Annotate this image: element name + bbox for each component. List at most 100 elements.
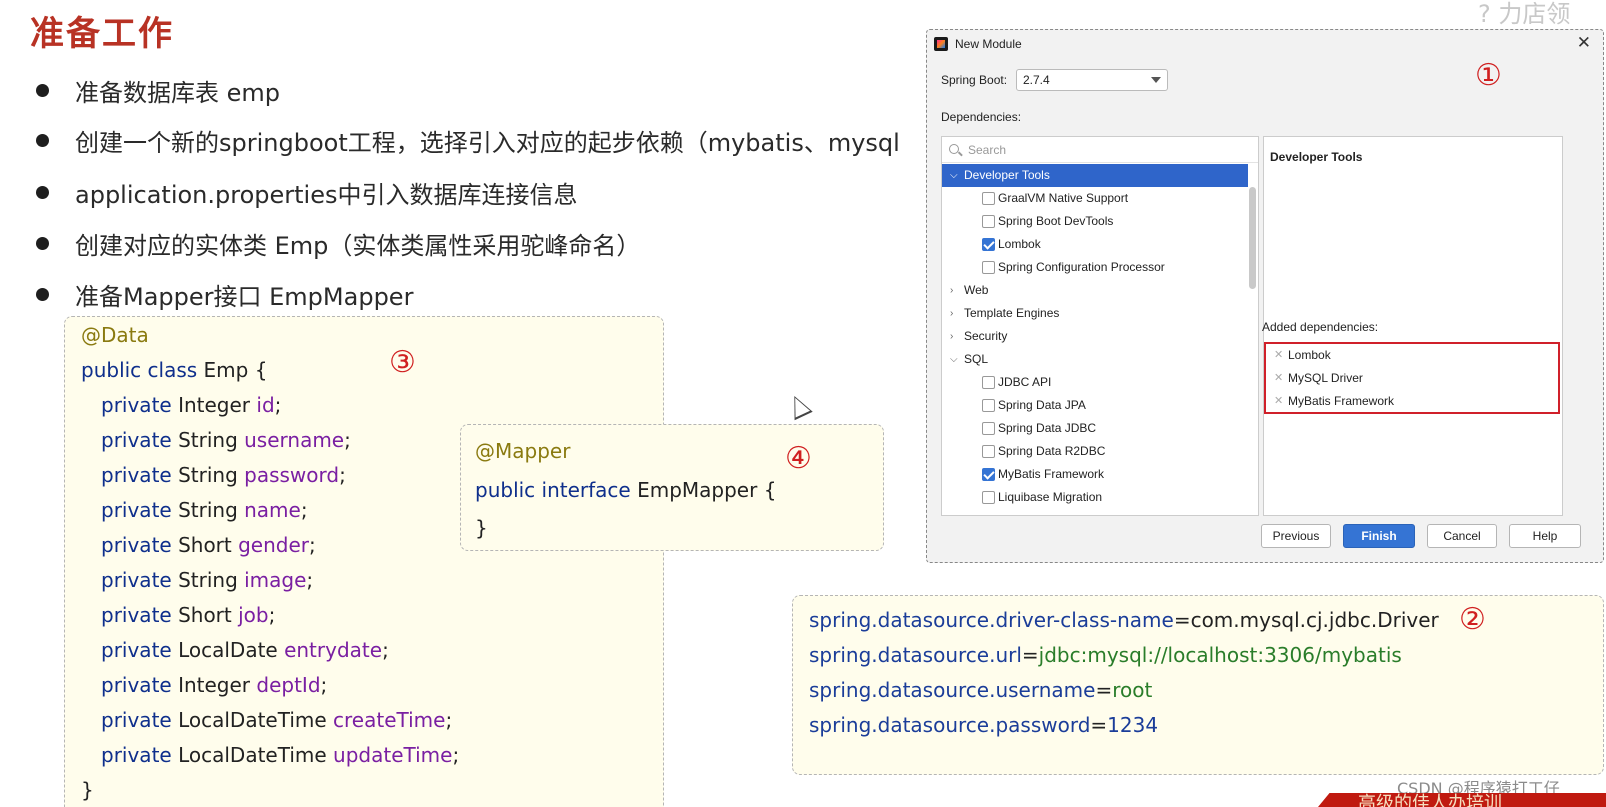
- field-modifier: private: [101, 428, 172, 452]
- mapper-code-box: @Mapper public interface EmpMapper { } ④: [460, 424, 884, 551]
- dependency-checkbox[interactable]: [982, 192, 995, 205]
- tree-category[interactable]: › Security: [942, 325, 1248, 348]
- chevron-right-icon[interactable]: ›: [950, 279, 953, 302]
- dependency-checkbox[interactable]: [982, 376, 995, 389]
- info-panel-title: Developer Tools: [1270, 150, 1363, 164]
- field-semicolon: ;: [274, 393, 282, 417]
- remove-icon[interactable]: ✕: [1274, 390, 1283, 413]
- bullet-dot-icon: [36, 236, 49, 250]
- field-semicolon: ;: [320, 673, 328, 697]
- tree-scrollbar[interactable]: [1249, 187, 1256, 289]
- chevron-right-icon[interactable]: ›: [950, 325, 953, 348]
- dependency-checkbox[interactable]: [982, 422, 995, 435]
- field-type: Integer: [178, 393, 251, 417]
- entity-closing-brace: }: [81, 778, 94, 802]
- chevron-down-icon[interactable]: ⌵: [950, 164, 958, 187]
- tree-item[interactable]: Liquibase Migration: [942, 486, 1248, 509]
- dependency-checkbox[interactable]: [982, 445, 995, 458]
- tree-item[interactable]: Spring Boot DevTools: [942, 210, 1248, 233]
- finish-button[interactable]: Finish: [1343, 524, 1415, 548]
- tree-item-label: Spring Data JDBC: [998, 421, 1097, 435]
- spring-boot-label: Spring Boot:: [941, 73, 1008, 87]
- field-modifier: private: [101, 603, 172, 627]
- field-semicolon: ;: [382, 638, 389, 662]
- dependency-checkbox[interactable]: [982, 399, 995, 412]
- mapper-decl-name: EmpMapper {: [637, 478, 777, 502]
- tree-category[interactable]: ⌵ Developer Tools: [942, 164, 1248, 187]
- bullet-item: 准备Mapper接口 EmpMapper: [36, 274, 413, 314]
- entity-field-line: private Short gender;: [101, 533, 316, 557]
- mapper-closing-brace: }: [475, 516, 488, 540]
- tree-item[interactable]: MyBatis Framework: [942, 463, 1248, 486]
- red-banner: 高级的佳人办培训: [1318, 793, 1606, 807]
- tree-item[interactable]: Lombok: [942, 233, 1248, 256]
- tree-item[interactable]: JDBC API: [942, 371, 1248, 394]
- tree-item-label: JDBC API: [998, 375, 1052, 389]
- tree-item[interactable]: Spring Configuration Processor: [942, 256, 1248, 279]
- red-banner-text: 高级的佳人办培训: [1358, 793, 1502, 807]
- bullet-text: 准备Mapper接口 EmpMapper: [75, 282, 414, 311]
- cancel-button[interactable]: Cancel: [1427, 524, 1497, 548]
- property-line: spring.datasource.username=root: [809, 678, 1152, 702]
- property-key: spring.datasource.url: [809, 643, 1022, 667]
- dependency-checkbox[interactable]: [982, 261, 995, 274]
- dependency-checkbox[interactable]: [982, 491, 995, 504]
- chevron-down-icon[interactable]: ⌵: [950, 348, 958, 371]
- entity-decl-keyword: public class: [81, 358, 198, 382]
- dependency-checkbox[interactable]: [982, 468, 995, 481]
- help-button[interactable]: Help: [1509, 524, 1581, 548]
- dialog-titlebar: New Module ✕: [927, 30, 1603, 58]
- tree-category-label: Developer Tools: [964, 168, 1050, 182]
- remove-icon[interactable]: ✕: [1274, 367, 1283, 390]
- property-value: com.mysql.cj.jdbc.Driver: [1190, 608, 1439, 632]
- property-equals: =: [1021, 643, 1039, 667]
- field-name: name: [244, 498, 301, 522]
- top-corner-text: ? 力店领: [1478, 0, 1571, 28]
- dependency-search-input[interactable]: [968, 141, 1228, 159]
- field-name: entrydate: [284, 638, 383, 662]
- bullet-dot-icon: [36, 185, 49, 199]
- tree-item[interactable]: GraalVM Native Support: [942, 187, 1248, 210]
- property-key: spring.datasource.username: [809, 678, 1096, 702]
- field-semicolon: ;: [344, 428, 351, 452]
- dependency-checkbox[interactable]: [982, 238, 995, 251]
- property-key: spring.datasource.password: [809, 713, 1091, 737]
- tree-item-label: Spring Configuration Processor: [998, 260, 1165, 274]
- field-type: LocalDateTime: [178, 708, 327, 732]
- entity-declaration: public class Emp {: [81, 358, 267, 382]
- bullet-dot-icon: [36, 133, 49, 147]
- field-semicolon: ;: [300, 498, 308, 522]
- chevron-right-icon[interactable]: ›: [950, 302, 953, 325]
- field-type: LocalDate: [178, 638, 278, 662]
- tree-item[interactable]: Spring Data R2DBC: [942, 440, 1248, 463]
- bullet-item: 准备数据库表 emp: [36, 70, 280, 110]
- spring-boot-version-value: 2.7.4: [1023, 73, 1050, 87]
- properties-code-box: spring.datasource.driver-class-name = com.…: [792, 595, 1604, 775]
- property-key: spring.datasource.driver-class-name: [809, 608, 1174, 632]
- intellij-logo-icon: [934, 37, 948, 51]
- step-marker-two: ②: [1459, 602, 1486, 637]
- dependency-checkbox[interactable]: [982, 215, 995, 228]
- close-icon[interactable]: ✕: [1577, 33, 1591, 53]
- entity-annotation: @Data: [81, 323, 149, 347]
- added-dependency-name: MySQL Driver: [1288, 371, 1363, 385]
- added-dependencies-label: Added dependencies:: [1262, 320, 1379, 334]
- tree-item[interactable]: Spring Data JPA: [942, 394, 1248, 417]
- field-semicolon: ;: [452, 743, 460, 767]
- added-dependency-name: MyBatis Framework: [1288, 394, 1395, 408]
- tree-category[interactable]: › Template Engines: [942, 302, 1248, 325]
- property-line: spring.datasource.driver-class-name=com.…: [809, 608, 1439, 632]
- field-type: String: [178, 463, 238, 487]
- remove-icon[interactable]: ✕: [1274, 344, 1283, 367]
- entity-decl-name: Emp {: [203, 358, 268, 382]
- bullet-dot-icon: [36, 83, 49, 97]
- spring-boot-version-select[interactable]: 2.7.4: [1016, 69, 1168, 91]
- bullet-item: 创建对应的实体类 Emp（实体类属性采用驼峰命名）: [36, 223, 640, 263]
- bullet-item: application.properties中引入数据库连接信息: [36, 172, 578, 212]
- tree-item[interactable]: Spring Data JDBC: [942, 417, 1248, 440]
- tree-category[interactable]: › Web: [942, 279, 1248, 302]
- search-icon: [949, 144, 959, 154]
- entity-field-line: private LocalDate entrydate;: [101, 638, 389, 662]
- previous-button[interactable]: Previous: [1261, 524, 1331, 548]
- tree-category[interactable]: ⌵ SQL: [942, 348, 1248, 371]
